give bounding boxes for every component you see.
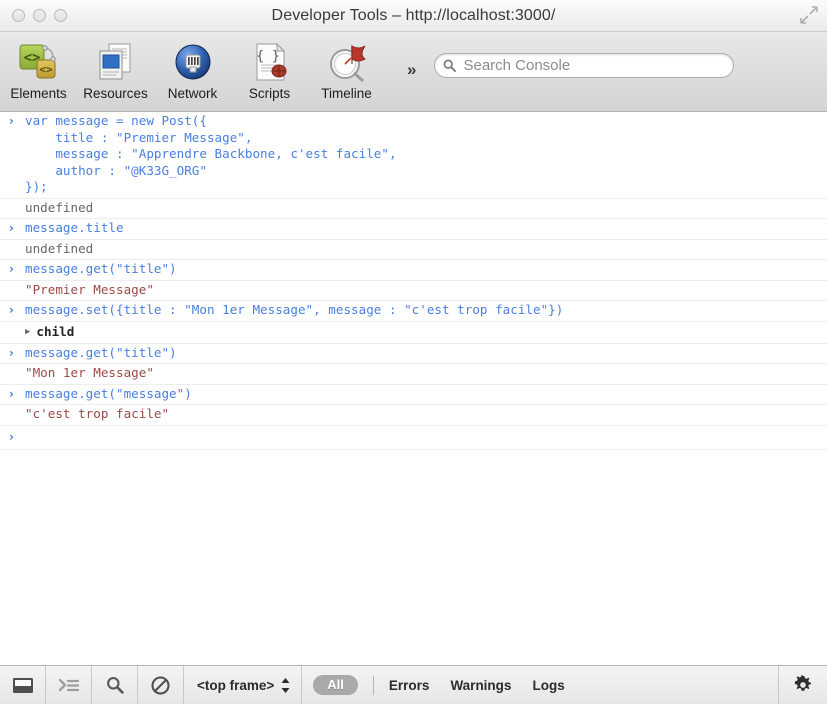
tab-scripts[interactable]: { } Scripts — [231, 36, 308, 101]
title-bar: Developer Tools – http://localhost:3000/ — [0, 0, 827, 32]
search-icon — [106, 677, 124, 694]
prompt-arrow-icon: › — [9, 221, 14, 235]
console-input-text: }); — [25, 179, 48, 194]
timeline-icon — [329, 45, 366, 83]
tab-label: Timeline — [321, 86, 372, 101]
dock-console-icon — [12, 677, 33, 693]
devtools-toolbar: <> <> Elements Resources Network {} Scr… — [0, 32, 827, 112]
console-entry-input[interactable]: › message.get("message") — [0, 385, 827, 405]
console-entry-input[interactable]: › message.get("title") — [0, 260, 827, 281]
prompt-arrow-icon: › — [9, 345, 14, 360]
console-output-text: "c'est trop facile" — [25, 406, 170, 421]
console-entry-output[interactable]: "c'est trop facile" — [0, 405, 827, 426]
network-icon — [175, 44, 210, 80]
prompt-arrow-icon: › — [9, 262, 14, 276]
console-entry-output[interactable]: undefined — [0, 240, 827, 260]
tab-label: Resources — [83, 86, 148, 101]
console-entry-output[interactable]: "Premier Message" — [0, 281, 827, 301]
updown-arrows-icon — [281, 677, 290, 693]
tab-timeline[interactable]: Timeline — [308, 36, 385, 101]
console-entry-input[interactable]: › var message = new Post({ title : "Premi… — [0, 112, 827, 199]
frame-selector-label: <top frame> — [197, 677, 275, 693]
console-entry-output[interactable]: undefined — [0, 199, 827, 219]
svg-text:<>: <> — [39, 63, 53, 76]
search-button[interactable] — [92, 666, 138, 704]
resources-icon — [99, 43, 130, 80]
console-input-text: message.get("title") — [25, 261, 177, 276]
console-input-text: message : "Apprendre Backbone, c'est fac… — [25, 146, 397, 161]
tab-network[interactable]: Network — [154, 36, 231, 101]
toggle-console-button[interactable] — [46, 666, 92, 704]
console-output-text: undefined — [25, 240, 94, 256]
prompt-arrow-icon: › — [9, 114, 14, 128]
tab-label: Network — [167, 86, 218, 101]
gear-icon — [794, 674, 812, 691]
disclosure-triangle-icon[interactable]: ▶ — [25, 323, 30, 341]
zoom-button[interactable] — [54, 9, 67, 22]
console-input-text: title : "Premier Message", — [25, 129, 253, 145]
prompt-arrow-icon: › — [9, 386, 14, 401]
console-prompt-line[interactable]: › — [0, 426, 827, 450]
traffic-lights — [12, 9, 67, 22]
prompt-arrow-icon: › — [9, 303, 14, 317]
console-entry-input[interactable]: › message.title — [0, 219, 827, 240]
tab-resources[interactable]: Resources — [77, 36, 154, 101]
console-entry-output[interactable]: "Mon 1er Message" — [0, 364, 827, 385]
console-entry-object[interactable]: ▶ child — [0, 322, 827, 344]
dock-console-button[interactable] — [0, 666, 46, 704]
console-output-text: "Mon 1er Message" — [25, 365, 154, 380]
search-input[interactable] — [461, 56, 726, 75]
filter-logs-button[interactable]: Logs — [532, 678, 564, 693]
scripts-icon: { } — [256, 42, 286, 81]
svg-text:{ }: { } — [256, 49, 279, 64]
devtools-window: Developer Tools – http://localhost:3000/ — [0, 0, 827, 704]
minimize-button[interactable] — [33, 9, 46, 22]
console-output-text: "Premier Message" — [25, 281, 154, 297]
search-icon — [444, 59, 457, 72]
window-title: Developer Tools – http://localhost:3000/ — [271, 6, 556, 24]
console-filters: All Errors Warnings Logs — [302, 666, 778, 704]
clear-console-icon — [151, 675, 170, 695]
frame-selector[interactable]: <top frame> — [184, 666, 303, 704]
console-entry-input[interactable]: › message.get("title") — [0, 344, 827, 364]
console-output-text: undefined — [25, 199, 94, 215]
toolbar-overflow-button[interactable]: » — [407, 60, 416, 80]
console-input-text: message.title — [25, 220, 124, 235]
settings-button[interactable] — [778, 666, 827, 704]
filter-errors-button[interactable]: Errors — [389, 678, 430, 693]
prompt-arrow-icon: › — [9, 429, 14, 444]
console-input-text: author : "@K33G_ORG" — [25, 162, 207, 178]
tab-label: Scripts — [248, 86, 291, 101]
console-input-text: var message = new Post({ — [25, 113, 207, 128]
tab-label: Elements — [10, 86, 67, 101]
filter-warnings-button[interactable]: Warnings — [450, 678, 511, 693]
filter-divider — [372, 675, 374, 695]
clear-console-button[interactable] — [138, 666, 184, 704]
fullscreen-arrows-icon[interactable] — [799, 5, 819, 25]
console-object-name[interactable]: child — [36, 323, 74, 341]
console-status-bar: <top frame> All Errors Warnings Logs — [0, 665, 827, 704]
console-input-text: message.get("title") — [25, 344, 177, 360]
console-entry-input[interactable]: › message.set({title : "Mon 1er Message",… — [0, 301, 827, 322]
console-messages[interactable]: › var message = new Post({ title : "Premi… — [0, 112, 827, 665]
search-console-box[interactable] — [434, 53, 735, 78]
close-button[interactable] — [12, 9, 25, 22]
filter-all-button[interactable]: All — [313, 675, 358, 695]
elements-icon: <> <> — [19, 44, 56, 79]
console-prompt-icon — [58, 678, 79, 692]
console-input-text: message.set({title : "Mon 1er Message", … — [25, 302, 564, 317]
console-input-text: message.get("message") — [25, 385, 192, 401]
tab-elements[interactable]: <> <> Elements — [0, 36, 77, 101]
